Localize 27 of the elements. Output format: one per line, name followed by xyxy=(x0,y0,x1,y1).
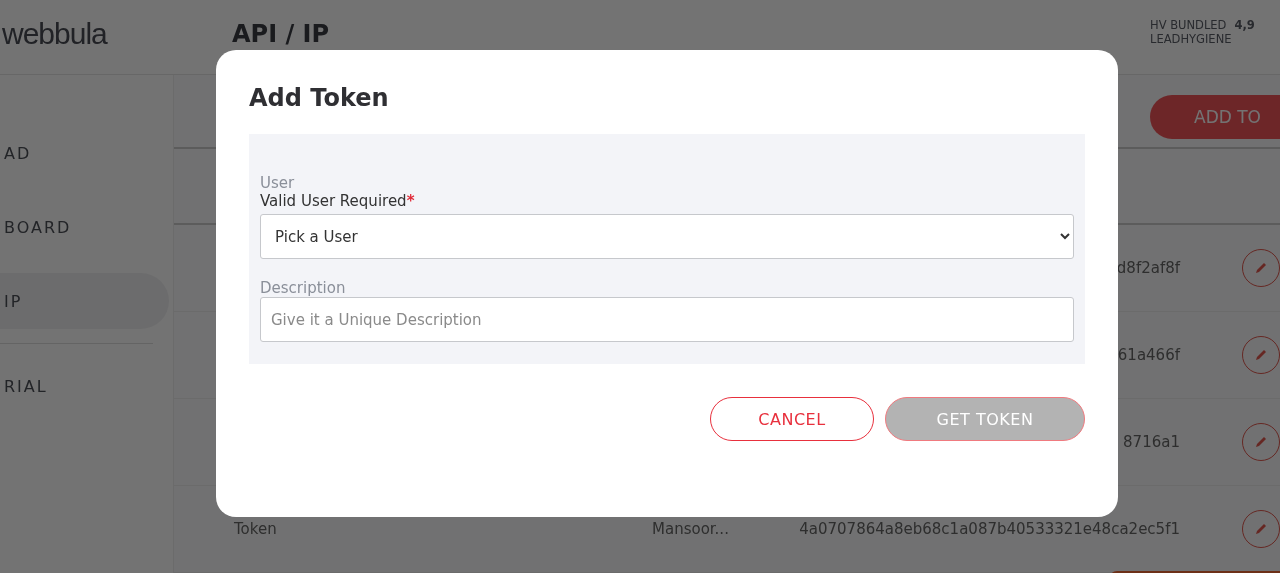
pencil-icon xyxy=(1254,348,1268,362)
table-cell: Mansoor... xyxy=(652,520,729,538)
table-cell: Token xyxy=(234,520,277,538)
user-select[interactable]: Pick a User xyxy=(260,214,1074,259)
dialog-title: Add Token xyxy=(249,84,390,112)
description-input[interactable]: Give it a Unique Description xyxy=(260,297,1074,342)
table-cell: 8716a1 xyxy=(1123,433,1180,451)
field-label: User xyxy=(260,174,296,192)
table-cell: 61a466f xyxy=(1117,346,1180,364)
logo: webbula xyxy=(2,17,109,51)
field-hint: Valid User Required* xyxy=(260,192,416,210)
pencil-icon xyxy=(1254,435,1268,449)
page-title: API / IP xyxy=(231,20,331,48)
pencil-icon xyxy=(1254,522,1268,536)
sidebar-item[interactable]: BOARD xyxy=(0,199,173,255)
account-subtitle: LEADHYGIENE xyxy=(1150,32,1233,46)
sidebar-item[interactable]: RIAL xyxy=(0,358,173,414)
pencil-icon xyxy=(1254,261,1268,275)
sidebar-item[interactable]: AD xyxy=(0,125,173,181)
account-name: HV BUNDLED xyxy=(1150,18,1227,32)
table-cell: 4a0707864a8eb68c1a087b40533321e48ca2ec5f1 xyxy=(799,520,1180,538)
sidebar-item[interactable]: IP xyxy=(0,273,169,329)
field-label: Description xyxy=(260,279,347,297)
table-cell: d8f2af8f xyxy=(1116,259,1180,277)
add-token-button[interactable]: ADD TO xyxy=(1150,95,1280,139)
account-value: 4,9 xyxy=(1234,18,1255,32)
cancel-button[interactable]: CANCEL xyxy=(710,397,874,441)
